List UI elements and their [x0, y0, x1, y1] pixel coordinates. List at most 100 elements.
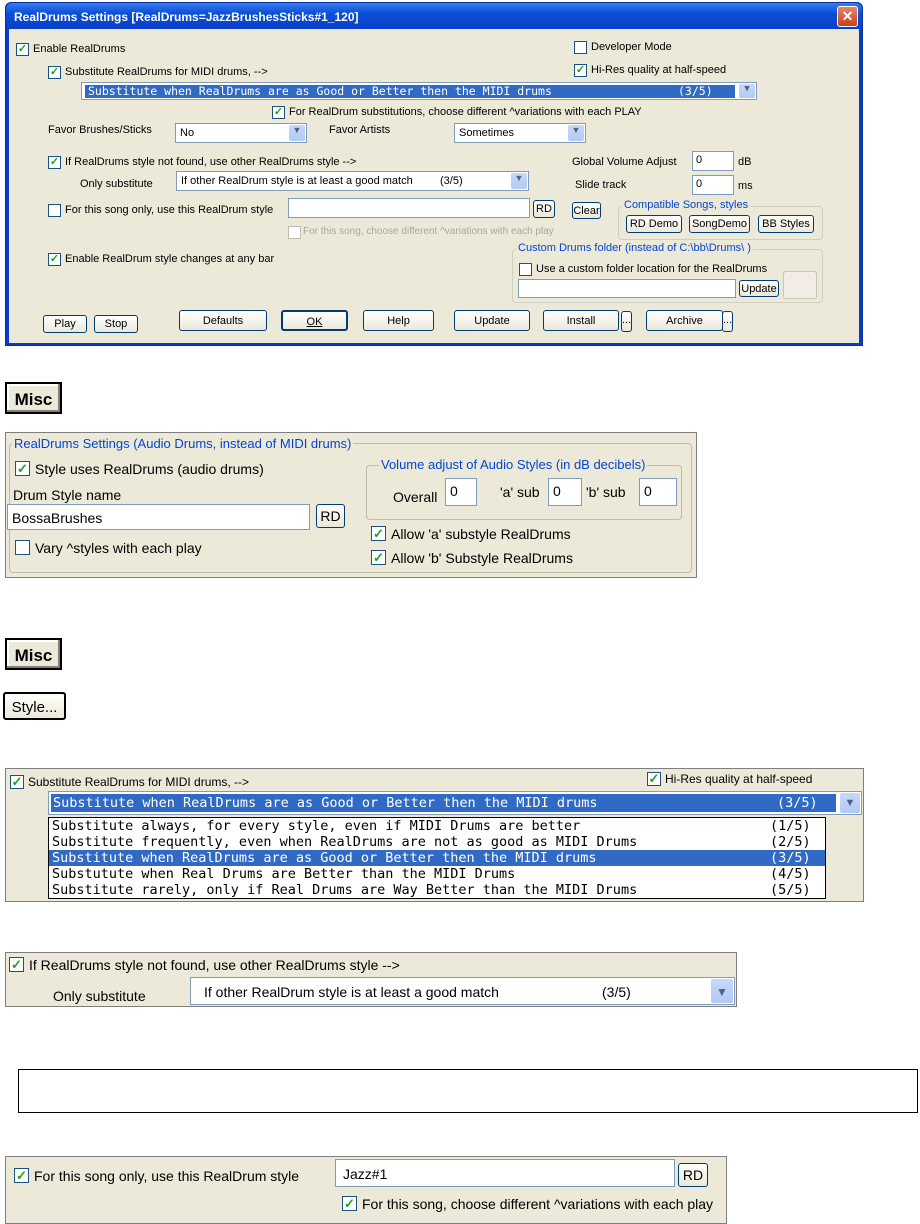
favor-artists-select[interactable]: Sometimes ▼: [454, 123, 586, 143]
substitute-selected-text: Substitute when RealDrums are as Good or…: [53, 795, 598, 811]
only-substitute-label: Only substitute: [53, 988, 146, 1004]
hires-checkbox[interactable]: ✓: [647, 772, 661, 786]
dialog-title: RealDrums Settings [RealDrums=JazzBrushe…: [14, 10, 359, 24]
option-rank: (3/5): [770, 850, 811, 866]
substitute-dropdown-panel: ✓ Substitute RealDrums for MIDI drums, -…: [5, 768, 864, 902]
favor-brushes-value: No: [180, 127, 195, 139]
misc-button[interactable]: Misc: [5, 382, 62, 414]
ok-button[interactable]: OK: [281, 310, 348, 331]
style-realdrums-panel: RealDrums Settings (Audio Drums, instead…: [5, 432, 697, 578]
slide-track-label: Slide track: [575, 179, 627, 191]
archive-button[interactable]: Archive: [646, 310, 723, 331]
substitute-checkbox[interactable]: ✓: [48, 66, 61, 79]
allow-b-checkbox[interactable]: ✓: [371, 550, 386, 565]
custom-folder-checkbox[interactable]: [519, 263, 532, 276]
only-substitute-select[interactable]: If other RealDrum style is at least a go…: [176, 171, 529, 191]
archive-more-button[interactable]: ...: [722, 311, 733, 332]
enable-changes-checkbox[interactable]: ✓: [48, 253, 61, 266]
allow-a-label: Allow 'a' substyle RealDrums: [391, 526, 571, 542]
song-only-input[interactable]: Jazz#1: [335, 1159, 675, 1187]
variations-checkbox[interactable]: ✓: [272, 106, 285, 119]
misc-button[interactable]: Misc: [5, 638, 62, 670]
favor-brushes-select[interactable]: No ▼: [175, 123, 307, 143]
song-only-value: Jazz#1: [343, 1166, 388, 1182]
song-only-checkbox[interactable]: [48, 204, 61, 217]
bb-styles-button[interactable]: BB Styles: [758, 215, 814, 233]
hires-label: Hi-Res quality at half-speed: [591, 64, 727, 76]
option-text: Substitute frequently, even when RealDru…: [52, 834, 638, 850]
b-sub-label: 'b' sub: [586, 484, 626, 500]
style-uses-checkbox[interactable]: ✓: [15, 461, 30, 476]
install-more-button[interactable]: ...: [621, 311, 632, 332]
song-only-checkbox[interactable]: ✓: [14, 1168, 29, 1183]
overall-label: Overall: [393, 489, 438, 505]
notfound-panel: ✓ If RealDrums style not found, use othe…: [5, 952, 737, 1007]
title-bar[interactable]: RealDrums Settings [RealDrums=JazzBrushe…: [6, 3, 862, 29]
song-variations-checkbox[interactable]: [288, 226, 301, 239]
option-item[interactable]: Substitute rarely, only if Real Drums ar…: [49, 882, 825, 898]
chevron-down-icon[interactable]: ▼: [711, 979, 733, 1003]
global-volume-input[interactable]: 0: [692, 151, 734, 171]
enable-realdrums-checkbox[interactable]: ✓: [16, 43, 29, 56]
option-rank: (4/5): [770, 866, 811, 882]
option-text: Substitute rarely, only if Real Drums ar…: [52, 882, 638, 898]
enable-changes-label: Enable RealDrum style changes at any bar: [65, 253, 275, 265]
song-rd-button[interactable]: RD: [678, 1163, 708, 1187]
a-sub-input[interactable]: 0: [548, 478, 582, 506]
update-button[interactable]: Update: [454, 310, 530, 331]
b-sub-input[interactable]: 0: [639, 478, 677, 506]
developer-mode-checkbox[interactable]: [574, 41, 587, 54]
custom-folder-label: Use a custom folder location for the Rea…: [536, 263, 768, 275]
rd-demo-button[interactable]: RD Demo: [626, 215, 682, 233]
only-substitute-rank: (3/5): [440, 175, 463, 187]
compatible-group-label: Compatible Songs, styles: [622, 199, 751, 211]
chevron-down-icon[interactable]: ▼: [289, 125, 305, 141]
substitute-select[interactable]: Substitute when RealDrums are as Good or…: [48, 791, 862, 815]
drum-style-name-input[interactable]: BossaBrushes: [7, 504, 310, 530]
play-button[interactable]: Play: [43, 315, 87, 333]
allow-a-checkbox[interactable]: ✓: [371, 526, 386, 541]
overall-input[interactable]: 0: [445, 478, 477, 506]
notfound-checkbox[interactable]: ✓: [48, 156, 61, 169]
vary-styles-label: Vary ^styles with each play: [35, 540, 202, 556]
hires-checkbox[interactable]: ✓: [574, 64, 587, 77]
custom-folder-update-button[interactable]: Update: [739, 280, 779, 297]
notfound-checkbox[interactable]: ✓: [9, 957, 24, 972]
substitute-selected-rank: (3/5): [777, 795, 818, 811]
panel-rd-button[interactable]: RD: [316, 504, 345, 528]
chevron-down-icon[interactable]: ▼: [739, 84, 755, 98]
song-variations-label: For this song, choose different ^variati…: [362, 1196, 714, 1212]
custom-folder-input[interactable]: [518, 279, 736, 298]
install-button[interactable]: Install: [543, 310, 619, 331]
chevron-down-icon[interactable]: ▼: [511, 173, 527, 189]
notfound-label: If RealDrums style not found, use other …: [65, 156, 357, 168]
song-only-input[interactable]: [288, 198, 530, 218]
help-button[interactable]: Help: [363, 310, 434, 331]
option-item[interactable]: Substitute frequently, even when RealDru…: [49, 834, 825, 850]
folder-color-swatch: [783, 271, 817, 299]
only-substitute-select[interactable]: If other RealDrum style is at least a go…: [190, 977, 735, 1005]
vary-styles-checkbox[interactable]: [15, 540, 30, 555]
stop-button[interactable]: Stop: [94, 315, 138, 333]
substitute-checkbox[interactable]: ✓: [10, 775, 24, 789]
rd-button[interactable]: RD: [533, 200, 555, 218]
close-button[interactable]: ✕: [837, 6, 858, 27]
slide-track-input[interactable]: 0: [692, 175, 734, 195]
song-variations-label: For this song, choose different ^variati…: [303, 226, 554, 237]
option-item[interactable]: Substitute always, for every style, even…: [49, 818, 825, 834]
defaults-button[interactable]: Defaults: [179, 310, 267, 331]
chevron-down-icon[interactable]: ▼: [840, 793, 860, 813]
option-item-selected[interactable]: Substitute when RealDrums are as Good or…: [49, 850, 825, 866]
clear-button[interactable]: Clear: [572, 202, 601, 219]
only-substitute-value: If other RealDrum style is at least a go…: [204, 984, 499, 1000]
song-variations-checkbox[interactable]: ✓: [342, 1196, 357, 1211]
option-text: Substutute when Real Drums are Better th…: [52, 866, 516, 882]
notfound-label: If RealDrums style not found, use other …: [29, 957, 400, 973]
song-demo-button[interactable]: SongDemo: [689, 215, 750, 233]
substitute-select[interactable]: Substitute when RealDrums are as Good or…: [81, 82, 757, 100]
option-item[interactable]: Substutute when Real Drums are Better th…: [49, 866, 825, 882]
song-only-label: For this song only, use this RealDrum st…: [34, 1168, 300, 1184]
style-button[interactable]: Style...: [3, 692, 66, 720]
chevron-down-icon[interactable]: ▼: [568, 125, 584, 141]
empty-frame: [18, 1069, 918, 1113]
